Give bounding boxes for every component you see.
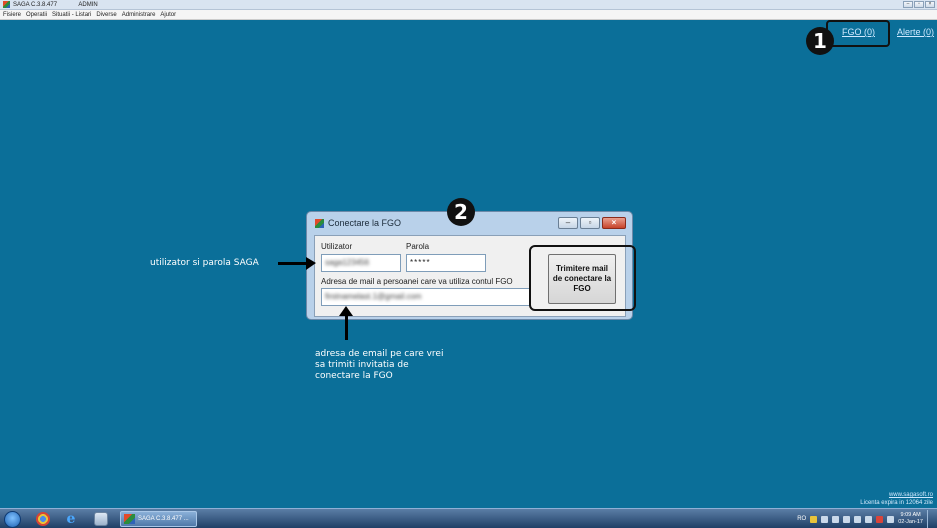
dialog-titlebar: Conectare la FGO bbox=[315, 218, 401, 228]
step-1-badge: 1 bbox=[806, 27, 834, 55]
taskbar: e SAGA C.3.8.477 ... RO 9:09 AM 02-Jan-1… bbox=[0, 508, 937, 528]
internet-explorer-icon[interactable]: e bbox=[64, 512, 78, 526]
tray-keyboard-icon[interactable] bbox=[865, 515, 873, 523]
menu-item-fisiere[interactable]: Fisiere bbox=[3, 12, 21, 18]
tray-shield-icon[interactable] bbox=[887, 515, 895, 523]
menu-item-administrare[interactable]: Administrare bbox=[122, 12, 156, 18]
tray-flag-icon[interactable] bbox=[876, 515, 884, 523]
tray-volume-icon[interactable] bbox=[843, 515, 851, 523]
annotation-email: adresa de email pe care vrei sa trimiti … bbox=[315, 349, 444, 381]
taskbar-saga-label: SAGA C.3.8.477 ... bbox=[138, 516, 189, 522]
menu-item-situatii-listari[interactable]: Situatii - Listari bbox=[52, 12, 91, 18]
utilizator-value: saga123456 bbox=[325, 258, 370, 267]
clock-time: 9:09 AM bbox=[900, 512, 921, 518]
maximize-button[interactable]: ▫ bbox=[914, 1, 924, 8]
calculator-icon[interactable] bbox=[94, 512, 108, 526]
dialog-minimize-button[interactable]: – bbox=[558, 217, 578, 229]
tray-pencil-icon[interactable] bbox=[810, 515, 818, 523]
tray-monitor-icon[interactable] bbox=[854, 515, 862, 523]
tray-app-icon[interactable] bbox=[821, 515, 829, 523]
app-titlebar: SAGA C.3.8.477 ⁠ ⁠ ⁠ ⁠ ⁠ ⁠ ⁠ ⁠ ⁠ ⁠ ⁠ ⁠ A… bbox=[0, 0, 937, 10]
license-text: Licenta expira in 12064 zile bbox=[860, 500, 933, 506]
saga-dialog-icon bbox=[315, 218, 324, 228]
utilizator-label: Utilizator bbox=[321, 242, 353, 251]
clock[interactable]: 9:09 AM 02-Jan-17 bbox=[898, 512, 923, 526]
email-label: Adresa de mail a persoanei care va utili… bbox=[321, 277, 513, 286]
fgo-link[interactable]: FGO (0) bbox=[842, 27, 875, 37]
sagasoft-link[interactable]: www.sagasoft.ro bbox=[889, 492, 933, 498]
start-button[interactable] bbox=[4, 511, 21, 528]
utilizator-input[interactable]: saga123456 bbox=[321, 254, 401, 272]
menu-item-diverse[interactable]: Diverse bbox=[96, 12, 116, 18]
menu-item-operatii[interactable]: Operatii bbox=[26, 12, 47, 18]
minimize-button[interactable]: – bbox=[903, 1, 913, 8]
system-tray: RO 9:09 AM 02-Jan-17 bbox=[797, 509, 937, 528]
chrome-icon[interactable] bbox=[36, 512, 50, 526]
email-input[interactable]: firstnamelast.1@gmail.com bbox=[321, 288, 530, 306]
taskbar-saga-window[interactable]: SAGA C.3.8.477 ... bbox=[120, 511, 197, 527]
arrow-up-icon bbox=[339, 306, 353, 340]
clock-date: 02-Jan-17 bbox=[898, 519, 923, 525]
menu-bar: Fisiere Operatii Situatii - Listari Dive… bbox=[0, 10, 937, 20]
send-button-highlight bbox=[529, 245, 636, 311]
language-indicator[interactable]: RO bbox=[797, 516, 806, 522]
annotation-user-pass: utilizator si parola SAGA bbox=[150, 258, 259, 268]
dialog-close-button[interactable]: × bbox=[602, 217, 626, 229]
step-2-badge: 2 bbox=[447, 198, 475, 226]
dialog-maximize-button[interactable]: ▫ bbox=[580, 217, 600, 229]
saga-app-icon bbox=[3, 1, 10, 8]
parola-label: Parola bbox=[406, 242, 430, 251]
dialog-title: Conectare la FGO bbox=[328, 218, 402, 228]
saga-taskbar-icon bbox=[124, 514, 135, 524]
arrow-right-icon bbox=[278, 257, 316, 270]
alerte-link[interactable]: Alerte (0) bbox=[897, 27, 934, 37]
tray-network-icon[interactable] bbox=[832, 515, 840, 523]
parola-input[interactable]: ***** bbox=[406, 254, 486, 272]
app-title: SAGA C.3.8.477 ⁠ ⁠ ⁠ ⁠ ⁠ ⁠ ⁠ ⁠ ⁠ ⁠ ⁠ ⁠ A… bbox=[13, 1, 98, 8]
dialog-controls: – ▫ × bbox=[558, 217, 626, 229]
email-value: firstnamelast.1@gmail.com bbox=[325, 292, 422, 301]
close-button[interactable]: × bbox=[925, 1, 935, 8]
window-controls: – ▫ × bbox=[903, 1, 935, 8]
menu-item-ajutor[interactable]: Ajutor bbox=[160, 12, 176, 18]
show-desktop-button[interactable] bbox=[927, 510, 933, 528]
